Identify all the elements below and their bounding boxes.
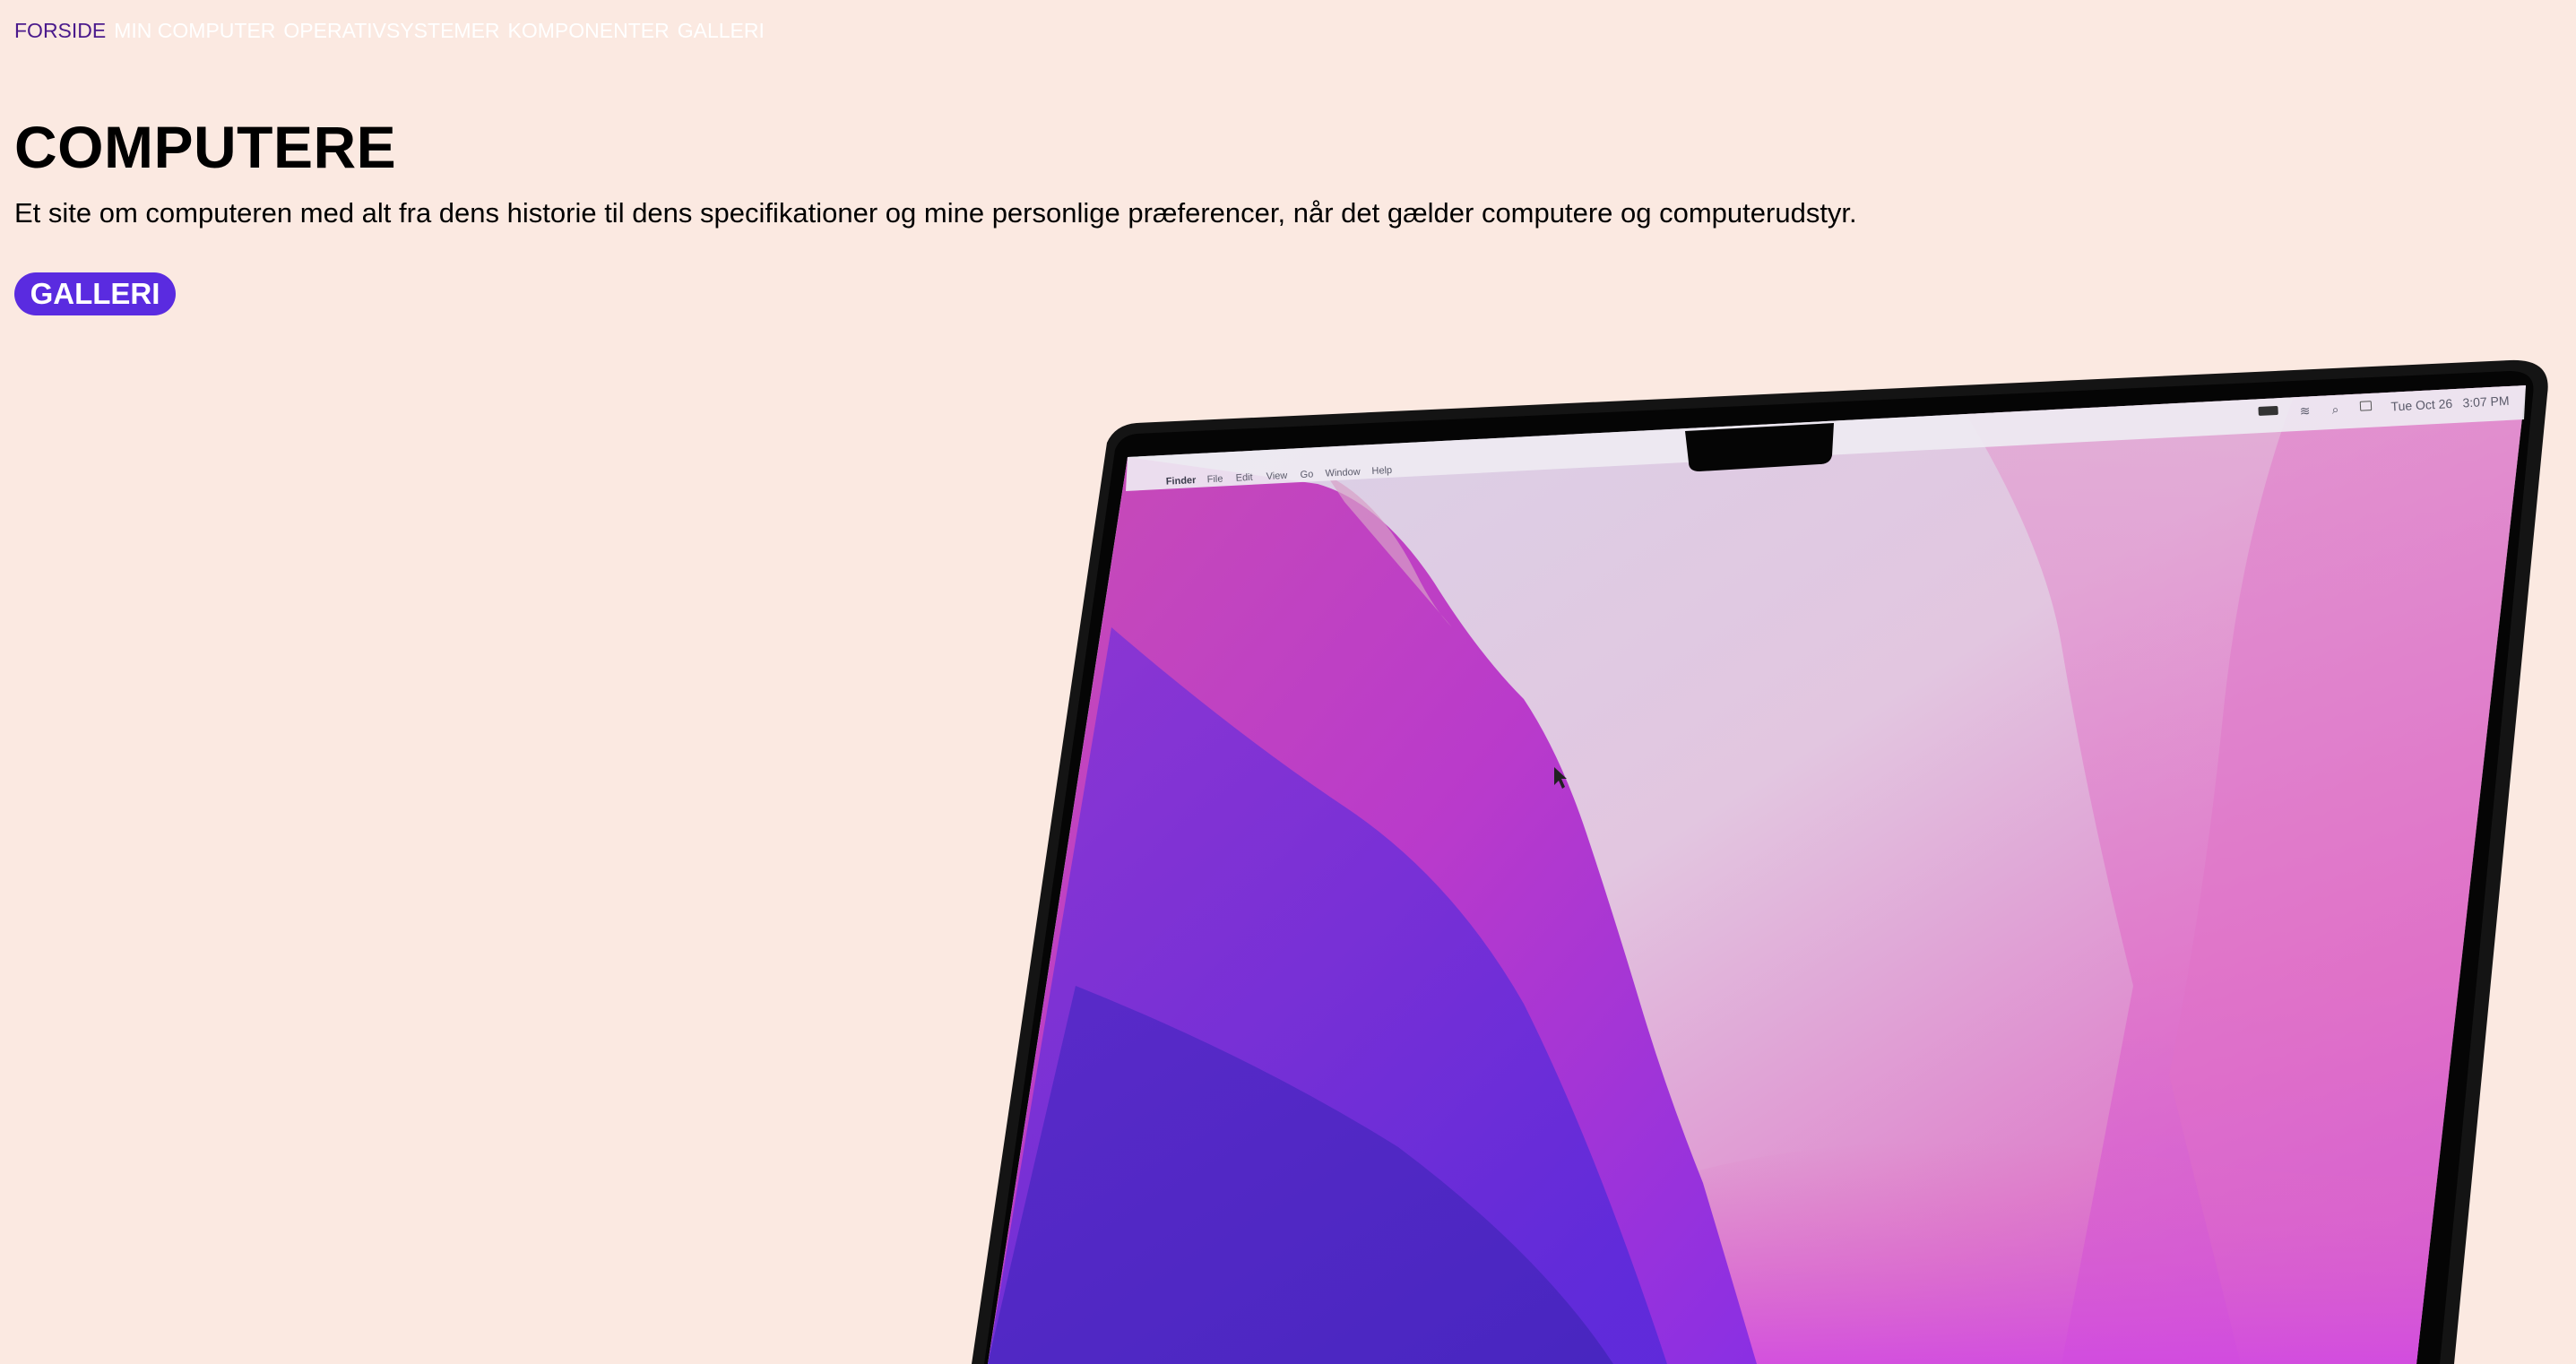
menubar-window: Window xyxy=(1325,467,1361,479)
search-icon: ⌕ xyxy=(2331,401,2339,416)
menubar-edit: Edit xyxy=(1235,472,1253,484)
wifi-icon: ≋ xyxy=(2299,403,2311,419)
menubar-help: Help xyxy=(1371,465,1392,477)
laptop-notch xyxy=(1685,423,1834,471)
menubar-view: View xyxy=(1266,470,1287,482)
battery-icon xyxy=(2258,406,2278,416)
menubar-file: File xyxy=(1206,473,1223,485)
laptop-wallpaper xyxy=(988,385,2526,1364)
macbook-image: Finder File Edit View Go Window Help ≋ ⌕… xyxy=(972,359,2548,1364)
menubar-finder: Finder xyxy=(1166,475,1197,488)
menubar-go: Go xyxy=(1300,469,1313,480)
menubar-time: 3:07 PM xyxy=(2462,393,2510,410)
